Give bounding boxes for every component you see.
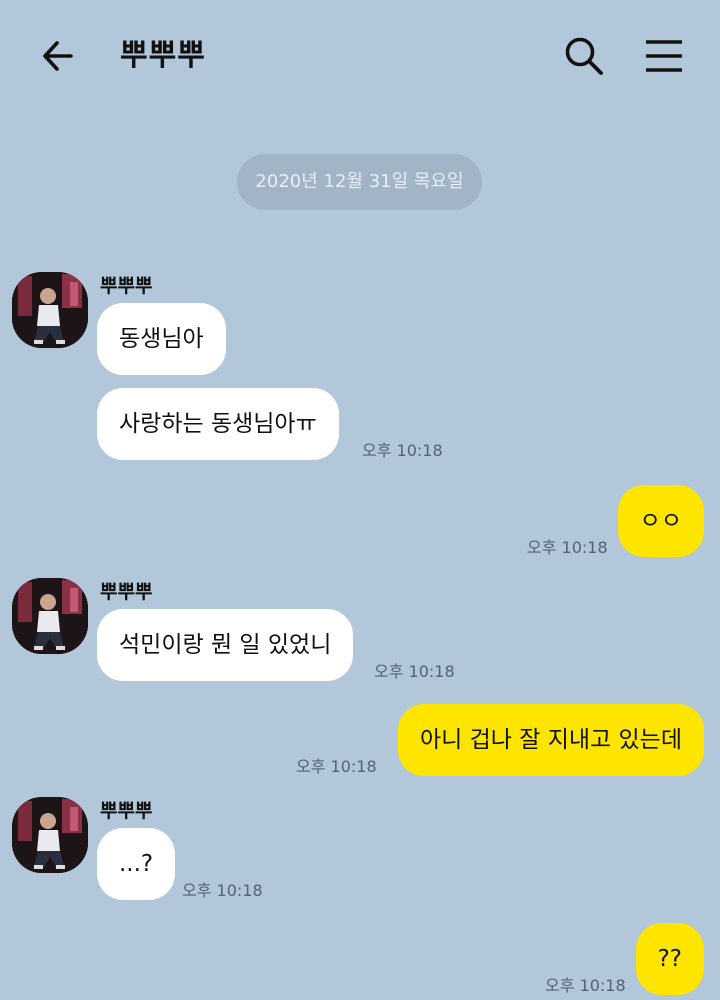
profile-photo <box>12 578 88 654</box>
chat-room-title: 뿌뿌뿌 <box>120 38 206 73</box>
profile-photo <box>12 272 88 348</box>
chat-header: 뿌뿌뿌 <box>0 0 720 112</box>
message-time: 오후 10:18 <box>545 976 626 995</box>
message-bubble[interactable]: 사랑하는 동생님아ㅠ <box>97 388 339 460</box>
message-time: 오후 10:18 <box>296 757 377 776</box>
avatar[interactable] <box>12 272 88 348</box>
sender-name: 뿌뿌뿌 <box>100 275 153 297</box>
search-button[interactable] <box>562 34 606 78</box>
menu-button[interactable] <box>644 38 684 74</box>
message-bubble[interactable]: ?? <box>635 923 704 995</box>
message-bubble[interactable]: ...? <box>97 828 176 900</box>
sender-name: 뿌뿌뿌 <box>100 581 153 603</box>
message-time: 오후 10:18 <box>527 538 608 557</box>
arrow-left-icon <box>43 41 73 71</box>
back-button[interactable] <box>38 36 78 76</box>
message-bubble[interactable]: 아니 겁나 잘 지내고 있는데 <box>397 704 704 776</box>
message-time: 오후 10:18 <box>362 441 443 460</box>
hamburger-menu-icon <box>646 40 682 72</box>
search-icon <box>565 37 603 75</box>
message-time: 오후 10:18 <box>182 881 263 900</box>
sender-name: 뿌뿌뿌 <box>100 800 153 822</box>
avatar[interactable] <box>12 578 88 654</box>
message-bubble[interactable]: ㅇㅇ <box>617 485 704 557</box>
message-time: 오후 10:18 <box>374 662 455 681</box>
date-divider: 2020년 12월 31일 목요일 <box>237 154 482 210</box>
avatar[interactable] <box>12 797 88 873</box>
profile-photo <box>12 797 88 873</box>
message-bubble[interactable]: 동생님아 <box>97 303 226 375</box>
message-bubble[interactable]: 석민이랑 뭔 일 있었니 <box>97 609 354 681</box>
